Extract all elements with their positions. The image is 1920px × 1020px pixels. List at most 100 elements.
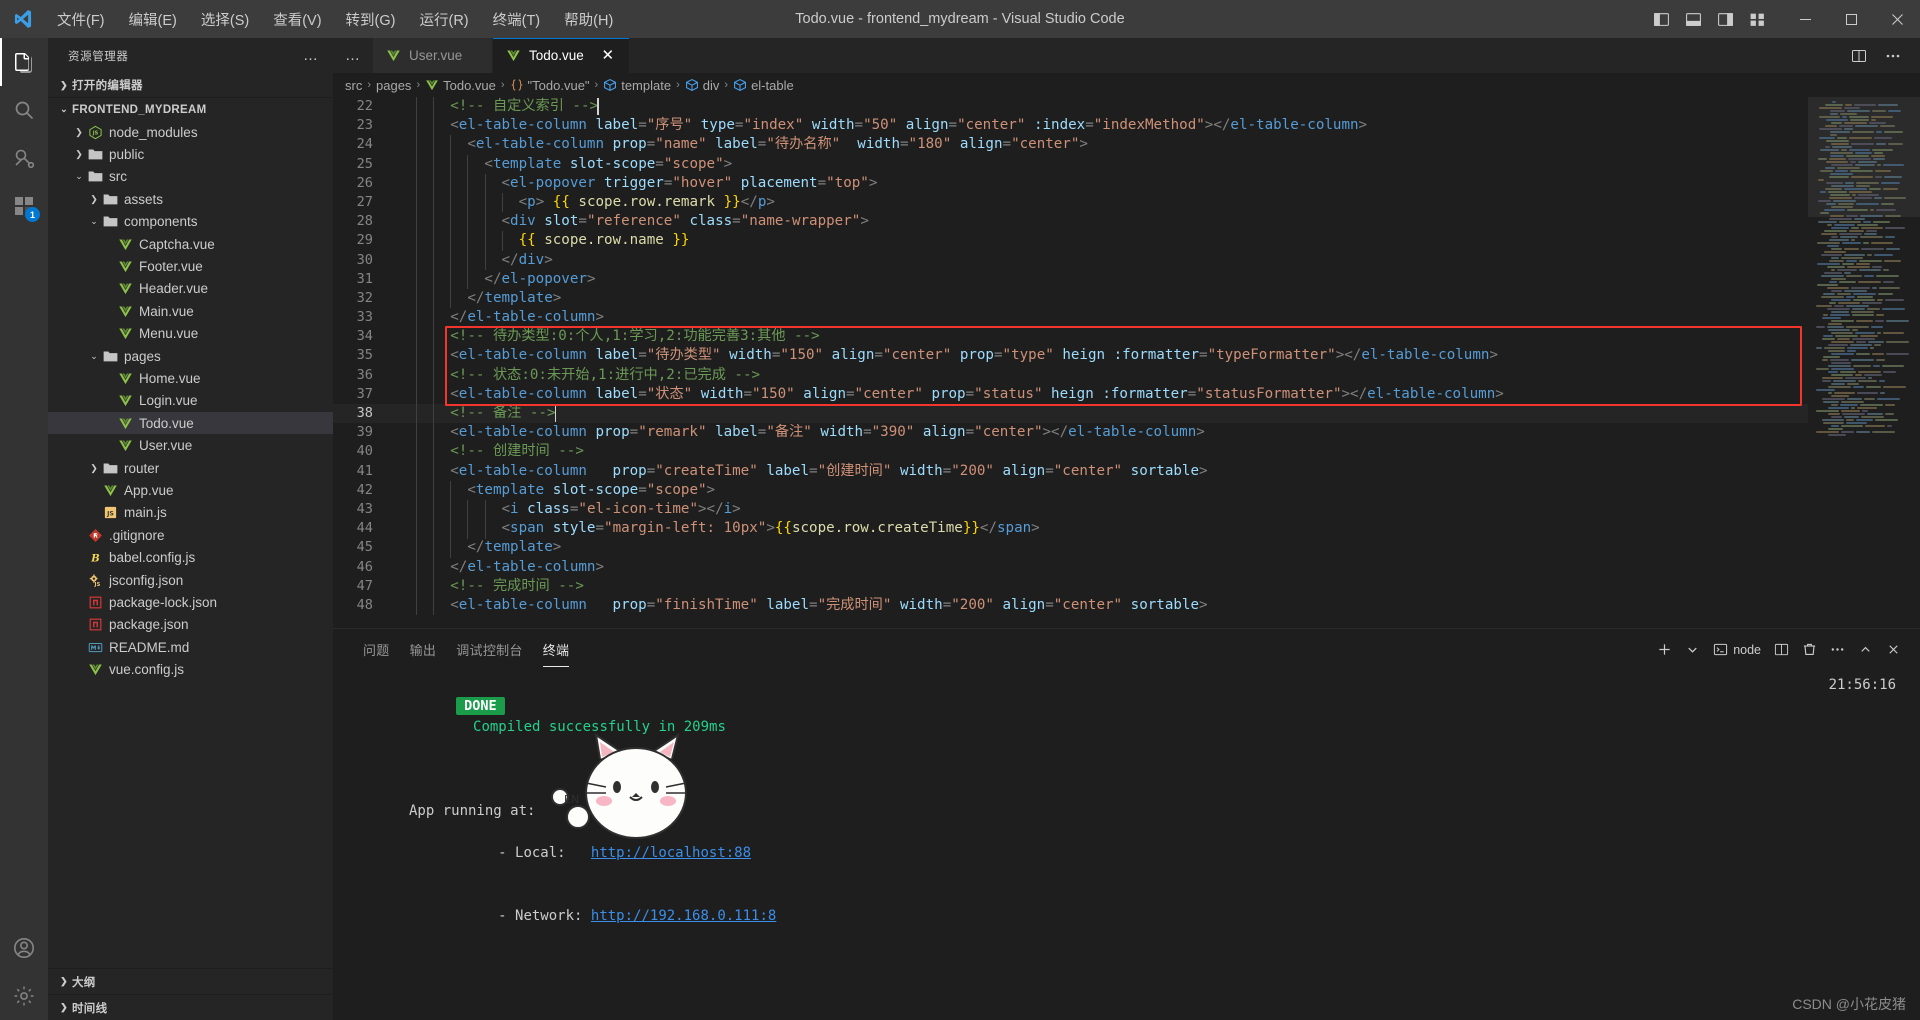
activitybar-extensions[interactable]: 1: [0, 182, 48, 230]
tree-folder-components[interactable]: ⌄ components: [48, 211, 333, 233]
tab-debug-console[interactable]: 调试控制台: [446, 632, 533, 667]
menu-file[interactable]: 文件(F): [46, 5, 116, 34]
tree-folder-public[interactable]: ❯ public: [48, 143, 333, 165]
menu-run[interactable]: 运行(R): [408, 5, 479, 34]
code-line[interactable]: 23 <el-table-column label="序号" type="ind…: [333, 116, 1808, 135]
tree-file-menu.vue[interactable]: Menu.vue: [48, 323, 333, 345]
code-line[interactable]: 33 </el-table-column>: [333, 308, 1808, 327]
code-line[interactable]: 46 </el-table-column>: [333, 558, 1808, 577]
tree-folder-router[interactable]: ❯ router: [48, 457, 333, 479]
editor-more-actions-icon[interactable]: [1878, 41, 1908, 71]
code-line[interactable]: 28 <div slot="reference" class="name-wra…: [333, 212, 1808, 231]
code-line[interactable]: 43 <i class="el-icon-time"></i>: [333, 500, 1808, 519]
breadcrumb-item-el-table[interactable]: el-table: [733, 78, 794, 93]
code-line[interactable]: 29 {{ scope.row.name }}: [333, 231, 1808, 250]
code-content[interactable]: 22 <!-- 自定义索引 --> 23 <el-table-column lab…: [333, 97, 1808, 616]
code-line[interactable]: 30 </div>: [333, 251, 1808, 270]
maximize-button[interactable]: [1828, 0, 1874, 38]
code-editor[interactable]: 22 <!-- 自定义索引 --> 23 <el-table-column lab…: [333, 97, 1920, 626]
code-line[interactable]: 42 <template slot-scope="scope">: [333, 481, 1808, 500]
code-line[interactable]: 32 </template>: [333, 289, 1808, 308]
tree-file-main.js[interactable]: JS main.js: [48, 502, 333, 524]
minimize-button[interactable]: [1782, 0, 1828, 38]
tab-close-icon[interactable]: ✕: [599, 47, 617, 65]
code-line[interactable]: 48 <el-table-column prop="finishTime" la…: [333, 596, 1808, 615]
code-line[interactable]: 34 <!-- 待办类型:0:个人,1:学习,2:功能完善3:其他 -->: [333, 327, 1808, 346]
tree-file-header.vue[interactable]: Header.vue: [48, 278, 333, 300]
code-line[interactable]: 27 <p> {{ scope.row.remark }}</p>: [333, 193, 1808, 212]
code-line[interactable]: 45 </template>: [333, 538, 1808, 557]
code-line[interactable]: 41 <el-table-column prop="createTime" la…: [333, 462, 1808, 481]
minimap-slider[interactable]: [1808, 97, 1920, 217]
breadcrumb-item-template[interactable]: template: [603, 78, 671, 93]
tab-output[interactable]: 输出: [400, 632, 447, 667]
section-open-editors[interactable]: ❯ 打开的编辑器: [48, 73, 333, 97]
code-line[interactable]: 38 <!-- 备注 -->: [333, 404, 1808, 423]
tree-file-app.vue[interactable]: App.vue: [48, 479, 333, 501]
code-line[interactable]: 39 <el-table-column prop="remark" label=…: [333, 423, 1808, 442]
local-url[interactable]: http://localhost:88: [591, 845, 751, 861]
tree-file-.gitignore[interactable]: .gitignore: [48, 524, 333, 546]
minimap[interactable]: [1808, 97, 1920, 626]
menu-view[interactable]: 查看(V): [262, 5, 332, 34]
panel-more-actions-icon[interactable]: [1825, 637, 1850, 663]
terminal-shell-label[interactable]: node: [1708, 637, 1766, 663]
maximize-panel-chevron-up-icon[interactable]: [1853, 637, 1878, 663]
code-line[interactable]: 24 <el-table-column prop="name" label="待…: [333, 135, 1808, 154]
code-line[interactable]: 26 <el-popover trigger="hover" placement…: [333, 174, 1808, 193]
menu-help[interactable]: 帮助(H): [553, 5, 624, 34]
tree-file-package-lock.json[interactable]: package-lock.json: [48, 591, 333, 613]
split-editor-icon[interactable]: [1844, 41, 1874, 71]
code-line[interactable]: 40 <!-- 创建时间 -->: [333, 442, 1808, 461]
toggle-primary-sidebar-icon[interactable]: [1646, 4, 1676, 34]
tree-file-readme.md[interactable]: README.md: [48, 636, 333, 658]
code-line[interactable]: 31 </el-popover>: [333, 270, 1808, 289]
code-line[interactable]: 44 <span style="margin-left: 10px">{{sco…: [333, 519, 1808, 538]
breadcrumb-item-div[interactable]: div: [685, 78, 719, 93]
close-button[interactable]: [1874, 0, 1920, 38]
tabs-overflow-icon[interactable]: …: [333, 38, 373, 73]
menu-terminal[interactable]: 终端(T): [482, 5, 552, 34]
section-outline[interactable]: ❯ 大纲: [48, 968, 333, 994]
section-project-root[interactable]: ⌄ FRONTEND_MYDREAM: [48, 97, 333, 121]
menu-selection[interactable]: 选择(S): [190, 5, 260, 34]
network-url[interactable]: http://192.168.0.111:8: [591, 908, 776, 924]
new-terminal-button[interactable]: [1652, 637, 1677, 663]
tree-folder-src[interactable]: ⌄ src: [48, 166, 333, 188]
code-line[interactable]: 36 <!-- 状态:0:未开始,1:进行中,2:已完成 -->: [333, 366, 1808, 385]
code-line[interactable]: 37 <el-table-column label="状态" width="15…: [333, 385, 1808, 404]
toggle-panel-icon[interactable]: [1678, 4, 1708, 34]
kill-terminal-trash-icon[interactable]: [1797, 637, 1822, 663]
activitybar-search[interactable]: [0, 86, 48, 134]
tree-file-babel.config.js[interactable]: Bbabel.config.js: [48, 546, 333, 568]
menu-go[interactable]: 转到(G): [335, 5, 407, 34]
tree-folder-assets[interactable]: ❯ assets: [48, 188, 333, 210]
tree-file-package.json[interactable]: package.json: [48, 614, 333, 636]
tree-folder-pages[interactable]: ⌄ pages: [48, 345, 333, 367]
toggle-secondary-sidebar-icon[interactable]: [1710, 4, 1740, 34]
tree-file-footer.vue[interactable]: Footer.vue: [48, 255, 333, 277]
tree-folder-node_modules[interactable]: ❯ JS node_modules: [48, 121, 333, 143]
section-timeline[interactable]: ❯ 时间线: [48, 994, 333, 1020]
breadcrumb-item-src[interactable]: src: [345, 78, 362, 93]
breadcrumb-item-todo.vue[interactable]: "Todo.vue": [510, 78, 590, 93]
tab-terminal[interactable]: 终端: [533, 632, 580, 667]
split-terminal-icon[interactable]: [1769, 637, 1794, 663]
breadcrumb-item-pages[interactable]: pages: [376, 78, 411, 93]
code-line[interactable]: 47 <!-- 完成时间 -->: [333, 577, 1808, 596]
tree-file-login.vue[interactable]: Login.vue: [48, 390, 333, 412]
tree-file-home.vue[interactable]: Home.vue: [48, 367, 333, 389]
activitybar-settings-gear-icon[interactable]: [0, 972, 48, 1020]
tab-todo-vue[interactable]: Todo.vue ✕: [493, 38, 630, 73]
tree-file-main.vue[interactable]: Main.vue: [48, 300, 333, 322]
menu-edit[interactable]: 编辑(E): [118, 5, 188, 34]
tree-file-todo.vue[interactable]: Todo.vue: [48, 412, 333, 435]
close-panel-icon[interactable]: [1881, 637, 1906, 663]
code-line[interactable]: 22 <!-- 自定义索引 -->: [333, 97, 1808, 116]
activitybar-accounts[interactable]: [0, 924, 48, 972]
code-line[interactable]: 35 <el-table-column label="待办类型" width="…: [333, 346, 1808, 365]
tree-file-jsconfig.json[interactable]: JS jsconfig.json: [48, 569, 333, 591]
breadcrumb-item-todo.vue[interactable]: Todo.vue: [425, 78, 496, 93]
terminal-output[interactable]: DONE Compiled successfully in 209ms App …: [333, 667, 1920, 1020]
tree-file-user.vue[interactable]: User.vue: [48, 434, 333, 456]
